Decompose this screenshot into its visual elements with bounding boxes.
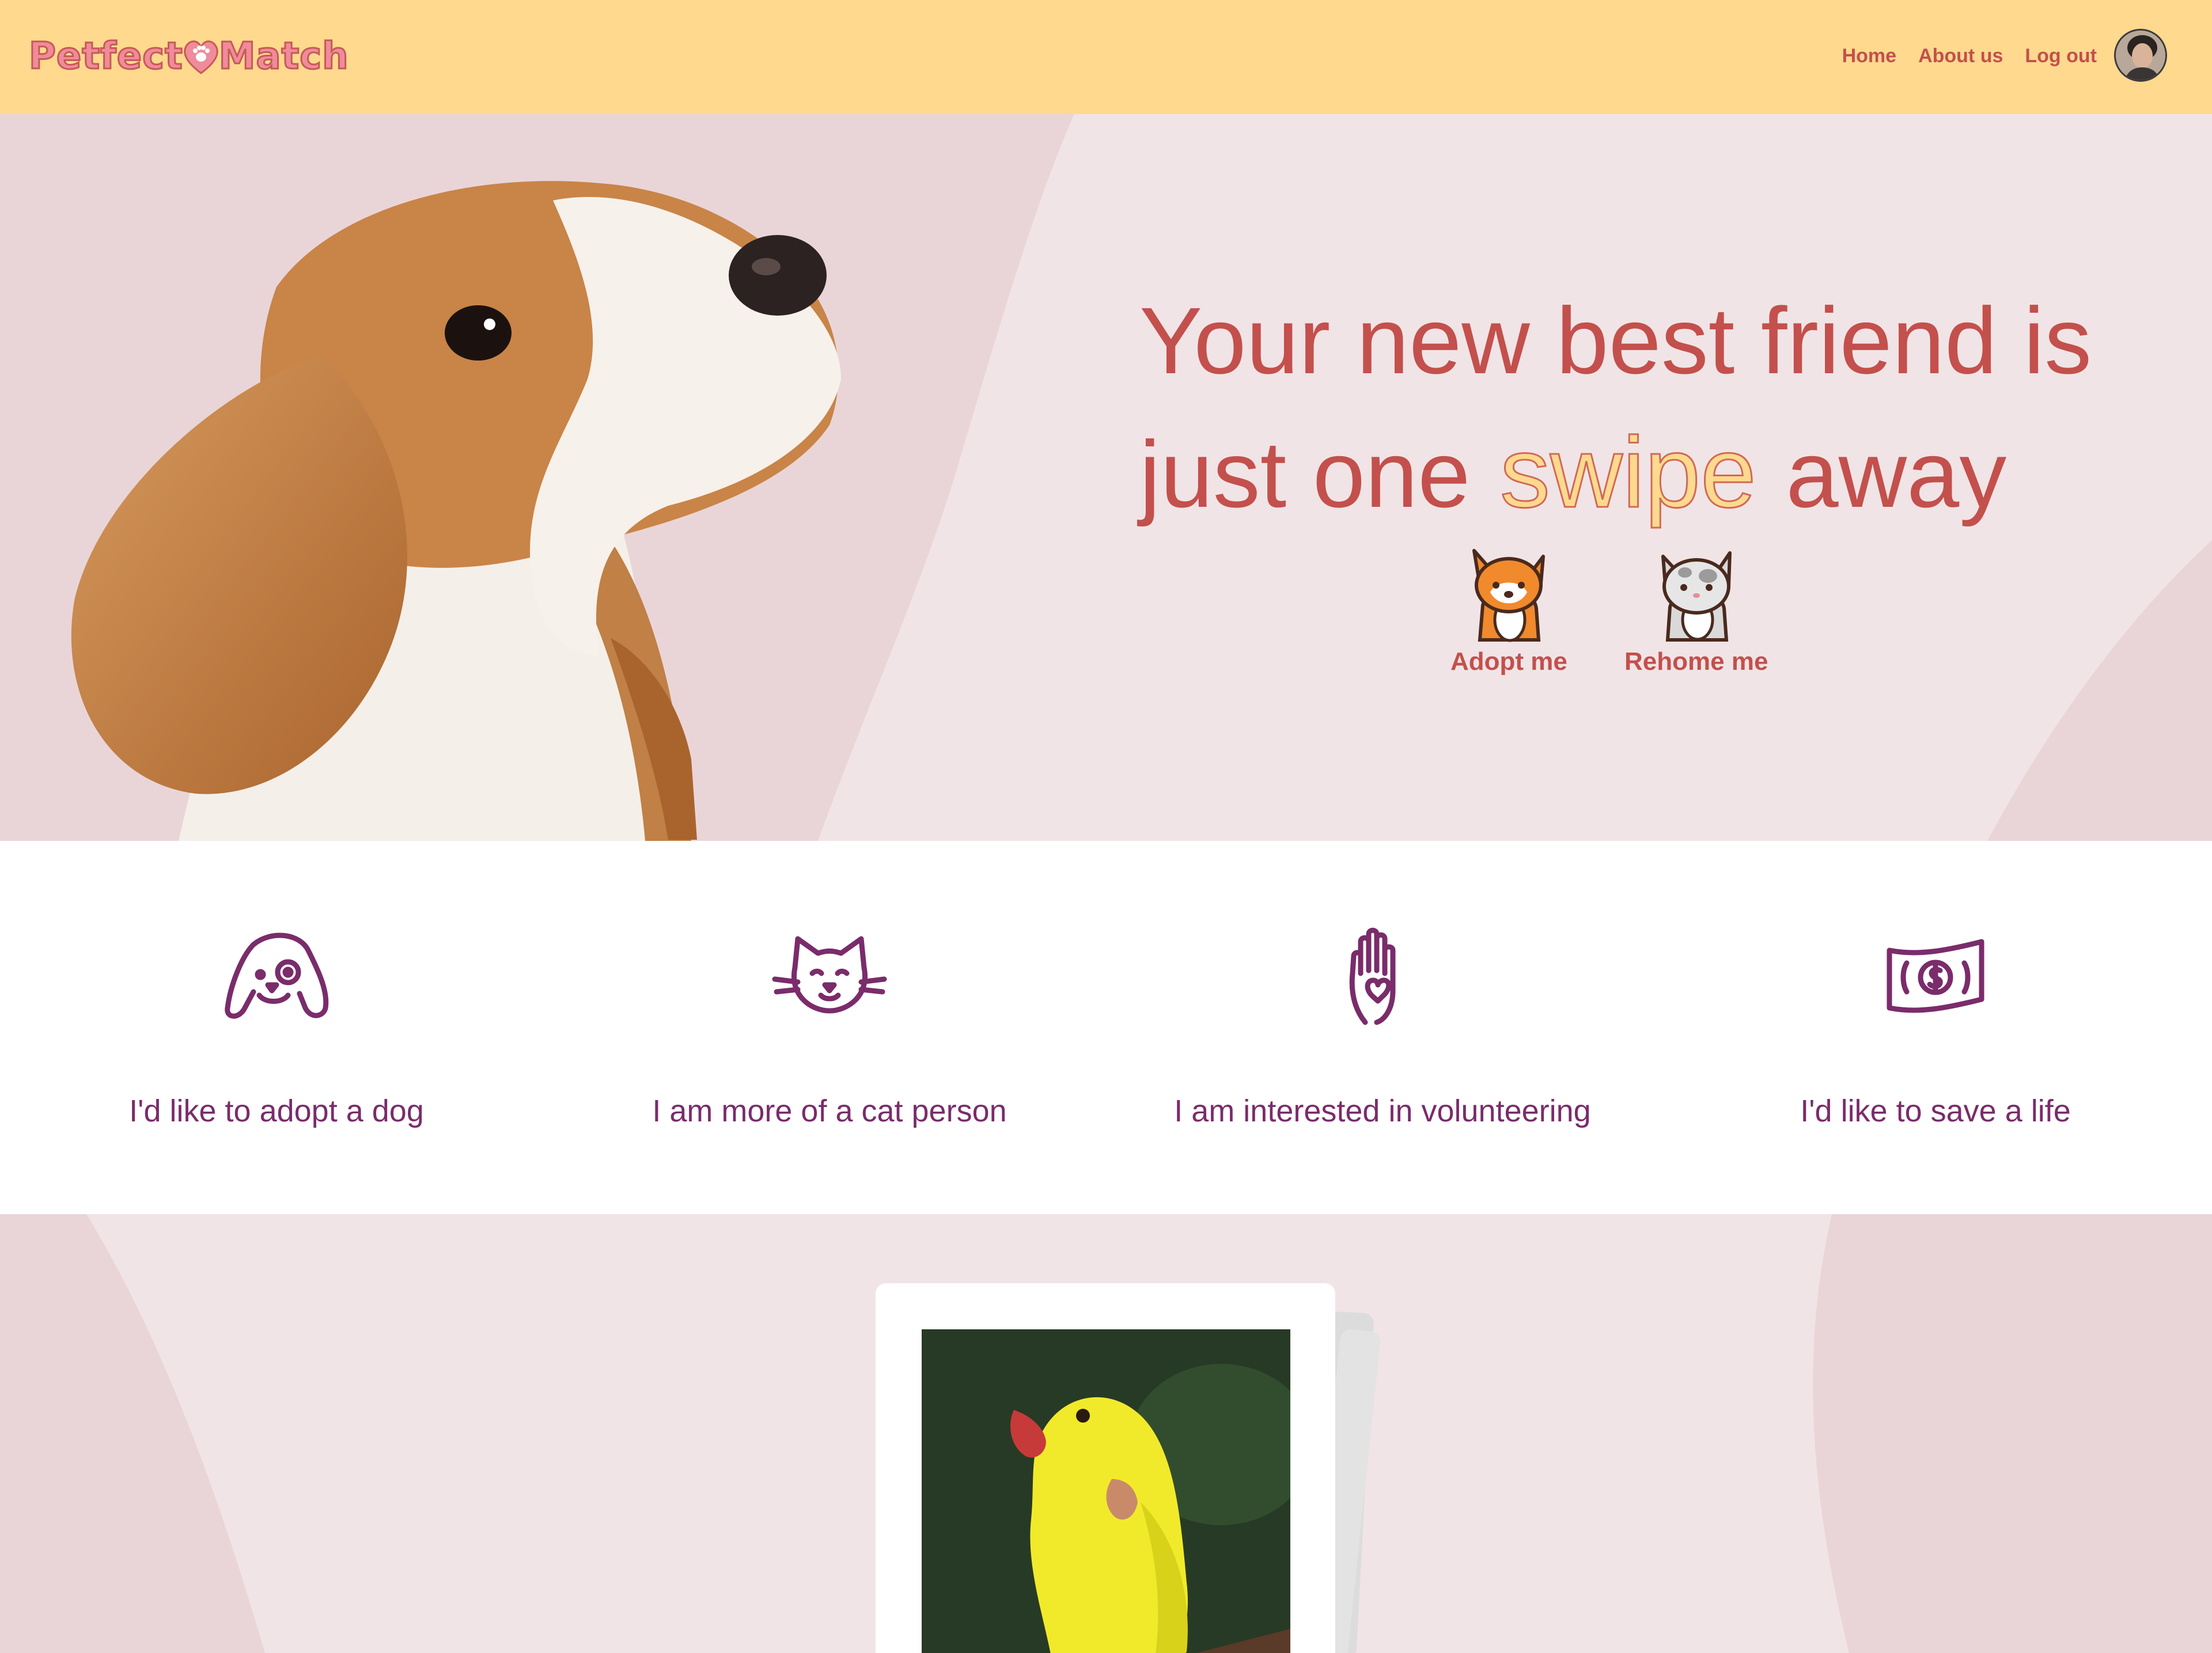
cat-face-icon <box>772 936 887 1014</box>
hero-headline: Your new best friend is just one swipe a… <box>1139 275 2119 540</box>
hero-section: Your new best friend is just one swipe a… <box>0 114 2212 841</box>
user-avatar[interactable] <box>2114 29 2167 82</box>
headline-text-part2: away <box>1786 422 2007 527</box>
headline-swipe-word: swipe <box>1499 415 1757 529</box>
beagle-hero-image <box>71 181 841 841</box>
feature-save-life-label: I'd like to save a life <box>1800 1094 2071 1128</box>
rehome-me-button[interactable]: Rehome me <box>1624 539 1768 676</box>
features-section: I'd like to adopt a dog I am more of a c… <box>0 841 2212 1214</box>
money-bill-icon <box>1887 939 1984 1013</box>
nav-logout-link[interactable]: Log out <box>2025 45 2097 67</box>
cat-icon <box>1661 551 1732 642</box>
logo-text-right: Match <box>218 35 349 79</box>
logo-text-left: Petfect <box>28 35 184 79</box>
feature-volunteering[interactable]: I am interested in volunteering <box>1106 927 1659 1129</box>
yellow-parrot-photo <box>922 1329 1290 1653</box>
feature-adopt-dog-label: I'd like to adopt a dog <box>129 1094 424 1128</box>
adopt-me-button[interactable]: Adopt me <box>1450 539 1567 676</box>
avatar-portrait-icon <box>2116 31 2165 80</box>
feature-adopt-dog[interactable]: I'd like to adopt a dog <box>0 927 553 1129</box>
feature-cat-person-label: I am more of a cat person <box>652 1094 1007 1128</box>
adopt-me-label: Adopt me <box>1450 647 1567 676</box>
swipe-card-section <box>0 1214 2212 1653</box>
heart-paw-icon <box>184 40 218 74</box>
nav-about-link[interactable]: About us <box>1918 45 2003 67</box>
top-navbar: Petfect Match Home About us Log out <box>0 0 2212 114</box>
feature-volunteering-label: I am interested in volunteering <box>1174 1094 1591 1128</box>
corgi-dog-icon <box>1472 549 1546 642</box>
dog-face-icon <box>225 932 329 1019</box>
nav-home-link[interactable]: Home <box>1842 45 1896 67</box>
feature-save-life[interactable]: I'd like to save a life <box>1659 927 2212 1129</box>
petfect-match-logo[interactable]: Petfect Match <box>28 28 350 85</box>
feature-cat-person[interactable]: I am more of a cat person <box>553 927 1106 1129</box>
main-nav: Home About us Log out <box>1842 45 2097 67</box>
rehome-me-label: Rehome me <box>1624 647 1768 676</box>
hand-heart-icon <box>1349 927 1396 1025</box>
